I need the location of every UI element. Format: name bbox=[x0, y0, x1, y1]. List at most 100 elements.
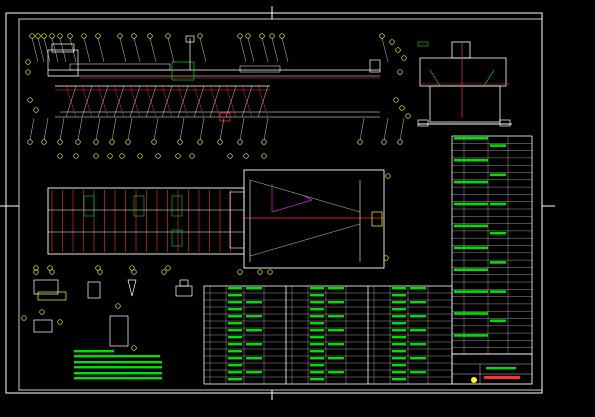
title-block-drawing-number bbox=[484, 376, 520, 379]
parts-table-cell-text bbox=[392, 371, 406, 374]
balloon-callout bbox=[95, 265, 101, 271]
parts-table-cell-text bbox=[310, 301, 324, 304]
balloon-callout bbox=[119, 153, 125, 159]
balloon-callout bbox=[261, 139, 267, 145]
parts-table-cell-text bbox=[328, 287, 344, 290]
leader-line bbox=[83, 37, 91, 63]
note-text-line bbox=[74, 355, 160, 358]
detail-block-cap bbox=[179, 279, 189, 287]
parts-table-cell-text bbox=[328, 301, 344, 304]
balloon-callout bbox=[67, 33, 73, 39]
parts-table-cell-text bbox=[310, 322, 324, 325]
revision-table-cell-text bbox=[454, 246, 488, 250]
plan-green-bracket-1 bbox=[83, 195, 95, 217]
leader-line bbox=[167, 37, 175, 63]
leader-line bbox=[133, 37, 141, 63]
leader-line bbox=[261, 37, 269, 63]
balloon-callout bbox=[93, 139, 99, 145]
balloon-callout bbox=[177, 139, 183, 145]
technical-notes bbox=[74, 350, 162, 380]
revision-table-cell-text bbox=[490, 202, 506, 206]
parts-table-cell-text bbox=[410, 357, 426, 360]
leader-line bbox=[179, 117, 185, 141]
tension-unit bbox=[239, 65, 281, 73]
parts-table-cell-text bbox=[310, 350, 324, 353]
leader-line bbox=[281, 37, 289, 63]
balloon-callout bbox=[47, 265, 53, 271]
balloon-callout bbox=[357, 139, 363, 145]
parts-table-cell-text bbox=[392, 287, 406, 290]
parts-table-cell-text bbox=[392, 378, 406, 381]
side-brace-right bbox=[483, 69, 495, 87]
balloon-callout bbox=[81, 33, 87, 39]
leader-line bbox=[43, 117, 49, 141]
revision-table-cell-text bbox=[454, 268, 488, 271]
balloon-callout bbox=[257, 269, 263, 275]
side-brace-left bbox=[429, 69, 441, 87]
cad-drawing-sheet bbox=[0, 6, 555, 400]
balloon-callout bbox=[109, 139, 115, 145]
parts-table-cell-text bbox=[310, 357, 324, 360]
revision-table-cell-text bbox=[454, 202, 488, 206]
leader-line bbox=[399, 117, 405, 141]
plan-drive-end bbox=[229, 191, 245, 249]
parts-table-cell-text bbox=[228, 294, 242, 297]
leader-line bbox=[263, 117, 269, 141]
parts-table-cell-text bbox=[392, 329, 406, 332]
balloon-callout bbox=[137, 153, 143, 159]
plan-green-bracket-4 bbox=[171, 229, 183, 247]
parts-table-cell-text bbox=[328, 315, 344, 318]
side-elevation-view bbox=[389, 39, 512, 127]
detail-wedge bbox=[127, 279, 137, 297]
balloon-callout bbox=[75, 139, 81, 145]
detail-clip bbox=[87, 281, 101, 299]
parts-table-cell-text bbox=[246, 301, 262, 304]
parts-table-cell-text bbox=[392, 301, 406, 304]
parts-table-cell-text bbox=[410, 371, 426, 374]
parts-table-cell-text bbox=[310, 336, 324, 339]
note-text-line bbox=[74, 361, 162, 364]
parts-table-cell-text bbox=[310, 364, 324, 367]
balloon-callout bbox=[25, 69, 31, 75]
drive-housing bbox=[47, 49, 79, 77]
front-elevation-view bbox=[25, 33, 405, 145]
parts-table-cell-text bbox=[246, 357, 262, 360]
parts-table-cell-text bbox=[310, 378, 324, 381]
revision-table-cell-text bbox=[454, 180, 488, 184]
note-text-line bbox=[74, 372, 162, 375]
parts-table-cell-text bbox=[328, 329, 344, 332]
revision-table-cell-text bbox=[490, 144, 506, 147]
leader-line bbox=[97, 37, 105, 63]
parts-table-cell-text bbox=[310, 371, 324, 374]
direction-arrow-head bbox=[303, 195, 313, 201]
title-block-logo bbox=[471, 377, 477, 383]
revision-table-cell-text bbox=[454, 137, 488, 140]
detail-block bbox=[175, 285, 193, 297]
parts-table-cell-text bbox=[410, 287, 426, 290]
side-frame-lower bbox=[429, 85, 501, 123]
balloon-callout bbox=[197, 139, 203, 145]
balloon-callout bbox=[35, 33, 41, 39]
balloon-callout bbox=[41, 139, 47, 145]
balloon-callout bbox=[237, 33, 243, 39]
leader-line bbox=[383, 117, 389, 141]
balloon-callout bbox=[73, 153, 79, 159]
balloon-callout bbox=[41, 33, 47, 39]
parts-table-cell-text bbox=[328, 357, 344, 360]
balloon-callout bbox=[115, 303, 121, 309]
balloon-callout bbox=[189, 153, 195, 159]
revision-table-cell-text bbox=[490, 173, 506, 177]
revision-table-cell-text bbox=[490, 261, 506, 264]
parts-table-cell-text bbox=[310, 343, 324, 346]
balloon-callout bbox=[165, 33, 171, 39]
detail-parts bbox=[21, 265, 193, 351]
revision-table-cell-text bbox=[490, 290, 506, 293]
balloon-callout bbox=[117, 33, 123, 39]
side-motor bbox=[451, 41, 471, 59]
balloon-callout bbox=[39, 309, 45, 315]
balloon-callout bbox=[175, 153, 181, 159]
balloon-callout bbox=[237, 139, 243, 145]
plan-guide-2 bbox=[249, 223, 361, 257]
balloon-callout bbox=[381, 139, 387, 145]
balloon-callout bbox=[27, 97, 33, 103]
